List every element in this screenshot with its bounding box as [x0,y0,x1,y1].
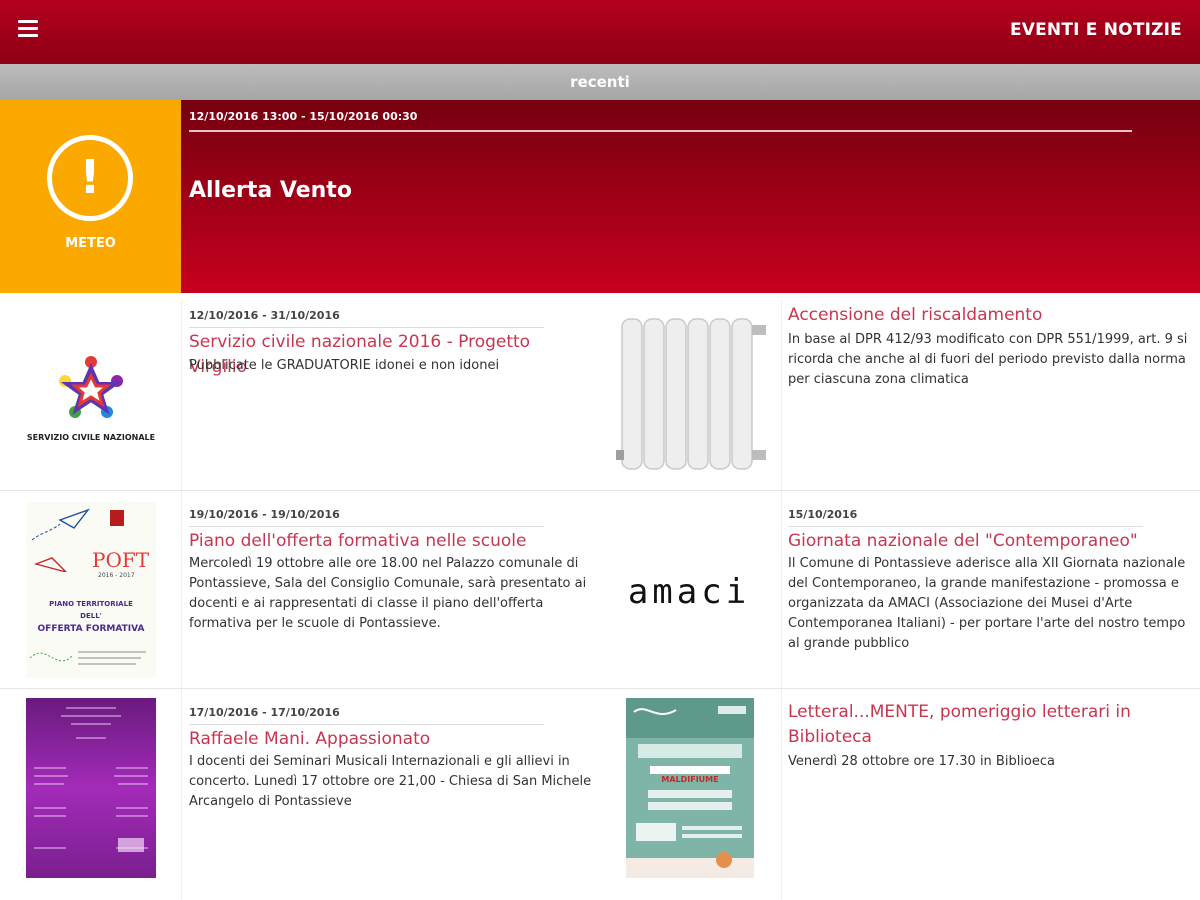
news-date: 17/10/2016 - 17/10/2016 [189,706,340,719]
alert-body: 12/10/2016 13:00 - 15/10/2016 00:30 Alle… [181,100,1200,293]
poft-years: 2016 - 2017 [98,572,135,579]
divider [189,130,1132,132]
news-date: 12/10/2016 - 31/10/2016 [189,309,340,322]
news-title[interactable]: Accensione del riscaldamento [788,303,1188,328]
alert-category-label: METEO [65,236,116,251]
news-item[interactable]: POFT 2016 - 2017 PIANO TERRITORIALE DELL… [0,490,600,688]
news-thumbnail: AMACI [614,502,764,682]
news-thumbnail: SERVIZIO CIVILE NAZIONALE [16,305,166,485]
alert-title: Allerta Vento [189,178,352,203]
news-item[interactable]: 17/10/2016 - 17/10/2016 Raffaele Mani. A… [0,688,600,900]
alert-date: 12/10/2016 13:00 - 15/10/2016 00:30 [189,110,418,123]
top-bar: EVENTI E NOTIZIE [0,0,1200,64]
concert-poster-icon [34,707,148,852]
library-poster-icon [626,698,754,878]
poft-text-2: DELL' [80,612,102,620]
news-thumbnail: MALDIFIUME [626,698,754,878]
news-title[interactable]: Piano dell'offerta formativa nelle scuol… [189,529,589,554]
news-thumbnail [26,698,156,878]
alert-banner[interactable]: ! METEO 12/10/2016 13:00 - 15/10/2016 00… [0,100,1200,293]
divider [189,526,544,527]
divider [189,327,544,328]
divider [788,526,1143,527]
thumbnail-caption: SERVIZIO CIVILE NAZIONALE [26,433,156,442]
poft-label: POFT [92,548,150,572]
amaci-logo: AMACI [627,572,751,612]
alert-category-box: ! METEO [0,100,181,293]
news-description: I docenti dei Seminari Musicali Internaz… [189,754,592,809]
poft-text-3: OFFERTA FORMATIVA [37,624,145,634]
news-description: Il Comune di Pontassieve aderisce alla X… [788,556,1186,651]
news-item[interactable]: Accensione del riscaldamento In base al … [600,293,1200,490]
news-description: Pubblicate le GRADUATORIE idonei e non i… [189,358,500,373]
poft-text-1: PIANO TERRITORIALE [49,600,133,608]
news-thumbnail: POFT 2016 - 2017 PIANO TERRITORIALE DELL… [26,502,156,678]
news-title[interactable]: Letteral...MENTE, pomeriggio letterari i… [788,700,1188,750]
exclamation-icon: ! [47,135,133,221]
decorative-swirl-icon [29,651,146,665]
hamburger-icon[interactable] [18,20,38,38]
divider [189,724,544,725]
poster-title: MALDIFIUME [661,775,719,784]
news-title[interactable]: Raffaele Mani. Appassionato [189,727,589,752]
news-thumbnail [614,305,768,485]
servizio-civile-logo-icon [59,356,123,418]
page-title: EVENTI E NOTIZIE [1009,20,1182,40]
news-item[interactable]: MALDIFIUME Letteral...MENTE, pomeriggio … [600,688,1200,900]
news-title[interactable]: Giornata nazionale del "Contemporaneo" [788,529,1188,554]
news-date: 15/10/2016 [788,508,858,521]
news-description: Mercoledì 19 ottobre alle ore 18.00 nel … [189,556,587,631]
section-header: recenti [0,64,1200,100]
news-item[interactable]: SERVIZIO CIVILE NAZIONALE 12/10/2016 - 3… [0,293,600,490]
news-description: Venerdì 28 ottobre ore 17.30 in Biblioec… [788,754,1055,769]
news-description: In base al DPR 412/93 modificato con DPR… [788,332,1188,387]
news-item[interactable]: AMACI 15/10/2016 Giornata nazionale del … [600,490,1200,688]
news-date: 19/10/2016 - 19/10/2016 [189,508,340,521]
radiator-icon [616,315,768,470]
